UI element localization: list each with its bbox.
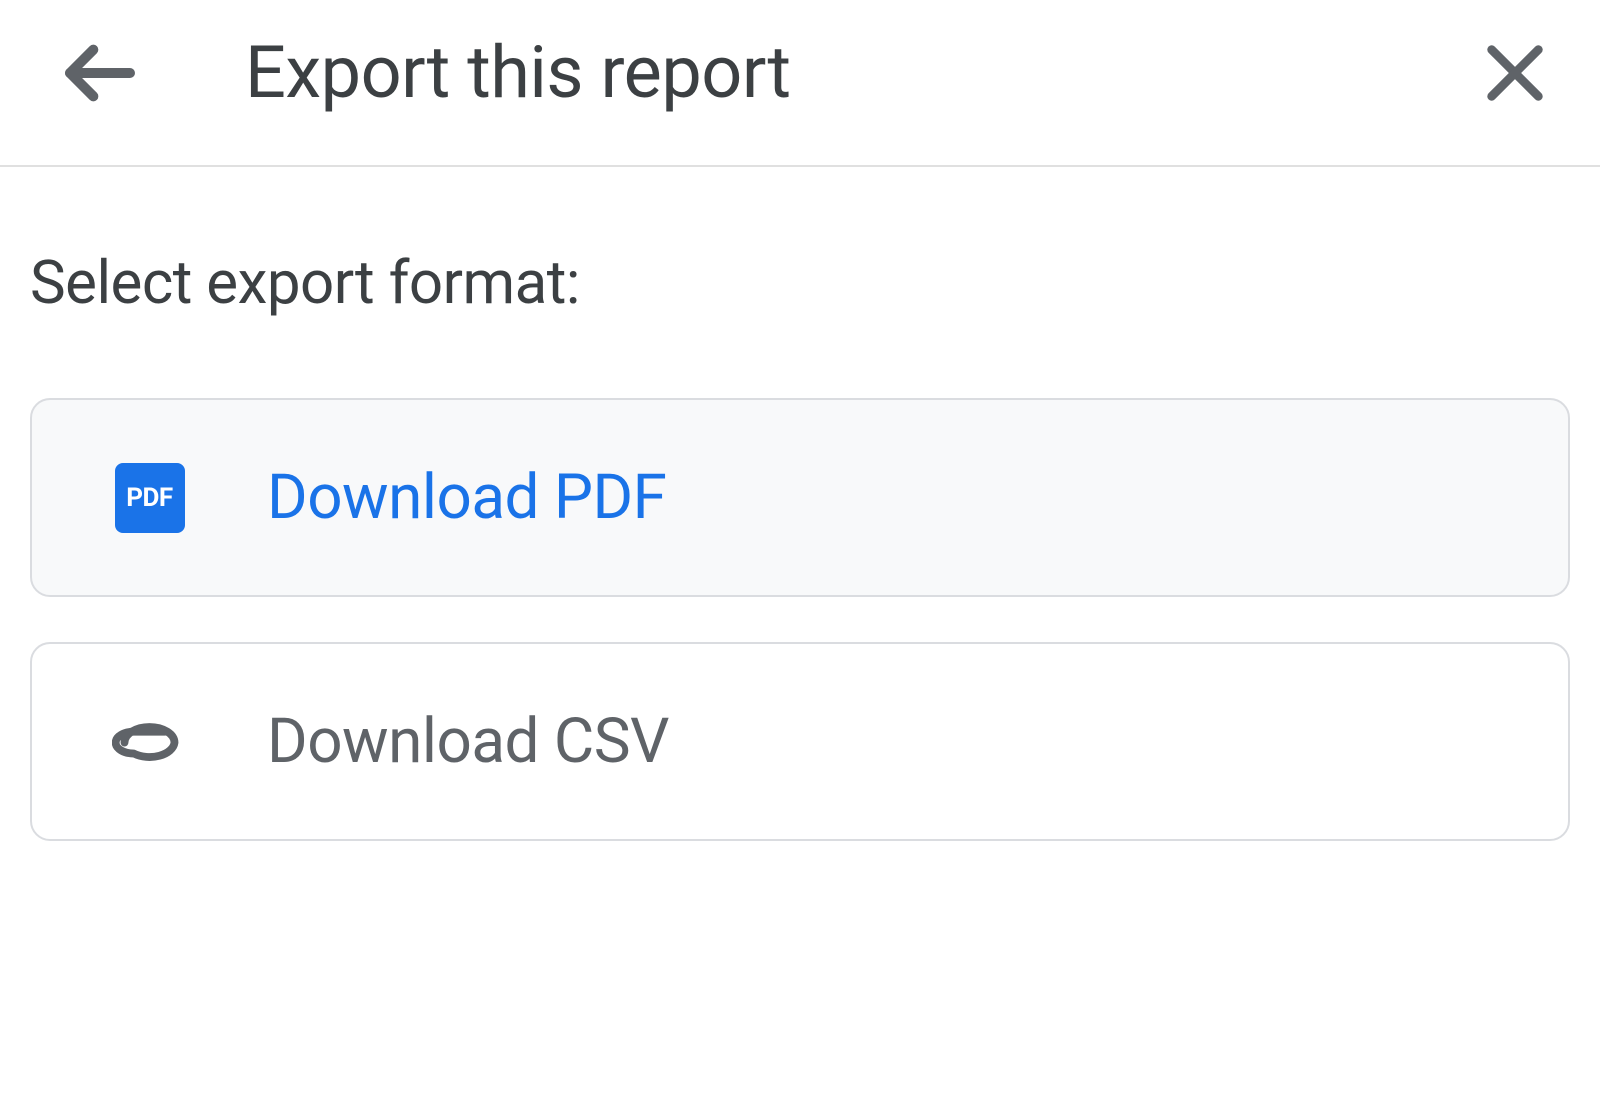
option-download-pdf[interactable]: PDF Download PDF [30, 398, 1570, 597]
dialog-content: Select export format: PDF Download PDF D… [0, 167, 1600, 916]
option-download-csv[interactable]: Download CSV [30, 642, 1570, 841]
format-prompt: Select export format: [30, 247, 1570, 318]
dialog-header: Export this report [0, 0, 1600, 167]
back-button[interactable] [60, 33, 140, 113]
arrow-left-icon [60, 33, 140, 113]
pdf-icon-text: PDF [126, 483, 172, 513]
attachment-icon [112, 702, 187, 781]
pdf-icon: PDF [115, 463, 185, 533]
option-icon-container: PDF [112, 460, 187, 535]
dialog-title: Export this report [245, 30, 1480, 115]
close-button[interactable] [1480, 38, 1550, 108]
option-label: Download CSV [267, 705, 669, 778]
option-label: Download PDF [267, 461, 666, 534]
close-icon [1480, 38, 1550, 108]
option-icon-container [112, 704, 187, 779]
